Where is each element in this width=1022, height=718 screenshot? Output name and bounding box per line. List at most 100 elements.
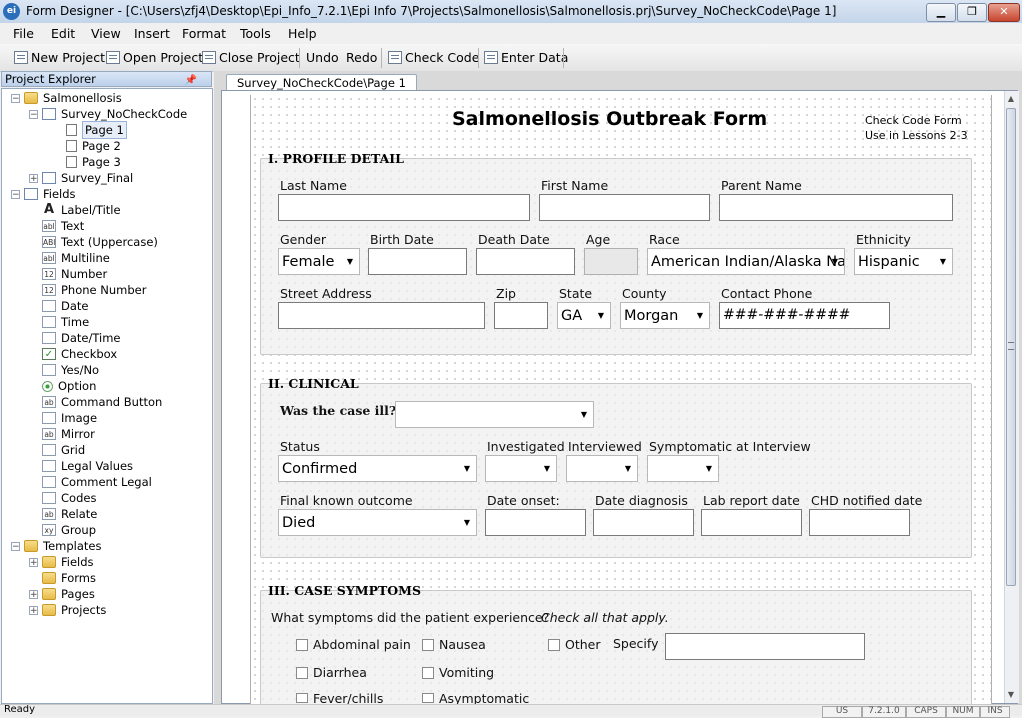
death-date-label[interactable]: Death Date [478,232,550,247]
street-address-field[interactable] [278,302,485,329]
was-case-ill-label[interactable]: Was the case ill? [280,403,396,418]
diarrhea-label[interactable]: Diarrhea [313,665,367,680]
field-type-group[interactable]: xy Group [42,522,96,538]
gender-dropdown[interactable]: Female ▼ [278,248,360,275]
specify-field[interactable] [665,633,865,660]
expand-icon[interactable]: + [29,606,38,616]
nausea-checkbox[interactable] [422,639,434,651]
field-type-yes-no[interactable]: Yes/No [42,362,99,378]
lab-report-date-label[interactable]: Lab report date [703,493,800,508]
symptomatic-label[interactable]: Symptomatic at Interview [649,439,811,454]
undo-button[interactable]: Undo [306,50,339,65]
chd-notified-field[interactable] [809,509,910,536]
field-type-number[interactable]: 12 Number [42,266,107,282]
form-note-line1[interactable]: Check Code Form [865,114,962,127]
asymptomatic-checkbox[interactable] [422,693,434,703]
investigated-dropdown[interactable]: ▼ [485,455,557,482]
diarrhea-checkbox[interactable] [296,667,308,679]
symptoms-hint[interactable]: Check all that apply. [541,610,669,625]
tree-template-pages[interactable]: Pages [42,586,95,602]
expand-icon[interactable]: + [29,590,38,600]
other-checkbox[interactable] [548,639,560,651]
expand-icon[interactable]: + [29,558,38,568]
date-diagnosis-field[interactable] [593,509,694,536]
gender-label[interactable]: Gender [280,232,326,247]
tree-form-survey-final[interactable]: Survey_Final [42,170,133,186]
field-type-text[interactable]: abl Text [42,218,84,234]
parent-name-label[interactable]: Parent Name [721,178,802,193]
contact-phone-field[interactable]: ###-###-#### [719,302,890,329]
vomiting-checkbox[interactable] [422,667,434,679]
tree-page-2[interactable]: Page 2 [66,138,121,154]
date-onset-field[interactable] [485,509,586,536]
specify-label[interactable]: Specify [613,636,658,651]
death-date-field[interactable] [476,248,575,275]
field-type-command-button[interactable]: ab Command Button [42,394,162,410]
fever-chills-label[interactable]: Fever/chills [313,691,383,704]
field-type-date-time[interactable]: Date/Time [42,330,121,346]
field-type-grid[interactable]: Grid [42,442,85,458]
enter-data-button[interactable]: Enter Data [484,50,568,65]
tree-project[interactable]: Salmonellosis [24,90,122,106]
symptomatic-dropdown[interactable]: ▼ [647,455,719,482]
outcome-label[interactable]: Final known outcome [280,493,413,508]
first-name-label[interactable]: First Name [541,178,608,193]
field-type-relate[interactable]: ab Relate [42,506,97,522]
county-label[interactable]: County [622,286,667,301]
birth-date-field[interactable] [368,248,467,275]
chd-notified-label[interactable]: CHD notified date [811,493,922,508]
date-onset-label[interactable]: Date onset: [487,493,560,508]
menu-edit[interactable]: Edit [51,26,75,41]
fever-chills-checkbox[interactable] [296,693,308,703]
field-type-comment-legal[interactable]: Comment Legal [42,474,152,490]
interviewed-label[interactable]: Interviewed [568,439,642,454]
collapse-icon[interactable]: − [11,94,20,104]
tab-page-1[interactable]: Survey_NoCheckCode\Page 1 [226,74,417,91]
maximize-button[interactable]: ❐ [957,3,987,22]
menu-help[interactable]: Help [288,26,317,41]
menu-view[interactable]: View [91,26,121,41]
collapse-icon[interactable]: − [29,110,38,120]
field-type-date[interactable]: Date [42,298,89,314]
contact-phone-label[interactable]: Contact Phone [721,286,812,301]
tree-template-projects[interactable]: Projects [42,602,106,618]
close-project-button[interactable]: Close Project [202,50,300,65]
interviewed-dropdown[interactable]: ▼ [566,455,638,482]
race-label[interactable]: Race [649,232,680,247]
abdominal-pain-label[interactable]: Abdominal pain [313,637,411,652]
tree-page-3[interactable]: Page 3 [66,154,121,170]
zip-label[interactable]: Zip [496,286,516,301]
ethnicity-dropdown[interactable]: Hispanic ▼ [854,248,953,275]
close-button[interactable]: ✕ [988,3,1020,22]
collapse-icon[interactable]: − [11,542,20,552]
abdominal-pain-checkbox[interactable] [296,639,308,651]
field-type-checkbox[interactable]: ✓ Checkbox [42,346,117,362]
tree-template-forms[interactable]: Forms [42,570,96,586]
new-project-button[interactable]: New Project [14,50,105,65]
tree-template-fields[interactable]: Fields [42,554,94,570]
outcome-dropdown[interactable]: Died ▼ [278,509,477,536]
field-type-phone-number[interactable]: 12 Phone Number [42,282,146,298]
field-type-mirror[interactable]: ab Mirror [42,426,95,442]
tree-templates[interactable]: Templates [24,538,101,554]
field-type-codes[interactable]: Codes [42,490,96,506]
was-case-ill-dropdown[interactable]: ▼ [395,401,594,428]
menu-tools[interactable]: Tools [240,26,271,41]
form-note-line2[interactable]: Use in Lessons 2-3 [865,129,968,142]
menu-file[interactable]: File [13,26,34,41]
other-label[interactable]: Other [565,637,601,652]
date-diagnosis-label[interactable]: Date diagnosis [595,493,688,508]
tree-form-survey-nocheckcode[interactable]: Survey_NoCheckCode [42,106,187,122]
age-label[interactable]: Age [586,232,610,247]
county-dropdown[interactable]: Morgan ▼ [620,302,710,329]
tree-fields[interactable]: Fields [24,186,76,202]
birth-date-label[interactable]: Birth Date [370,232,434,247]
open-project-button[interactable]: Open Project [106,50,203,65]
vomiting-label[interactable]: Vomiting [439,665,494,680]
state-dropdown[interactable]: GA ▼ [557,302,611,329]
first-name-field[interactable] [539,194,710,221]
scroll-up-icon[interactable]: ▲ [1004,92,1018,106]
collapse-icon[interactable]: − [11,190,20,200]
menu-format[interactable]: Format [182,26,226,41]
ethnicity-label[interactable]: Ethnicity [856,232,911,247]
